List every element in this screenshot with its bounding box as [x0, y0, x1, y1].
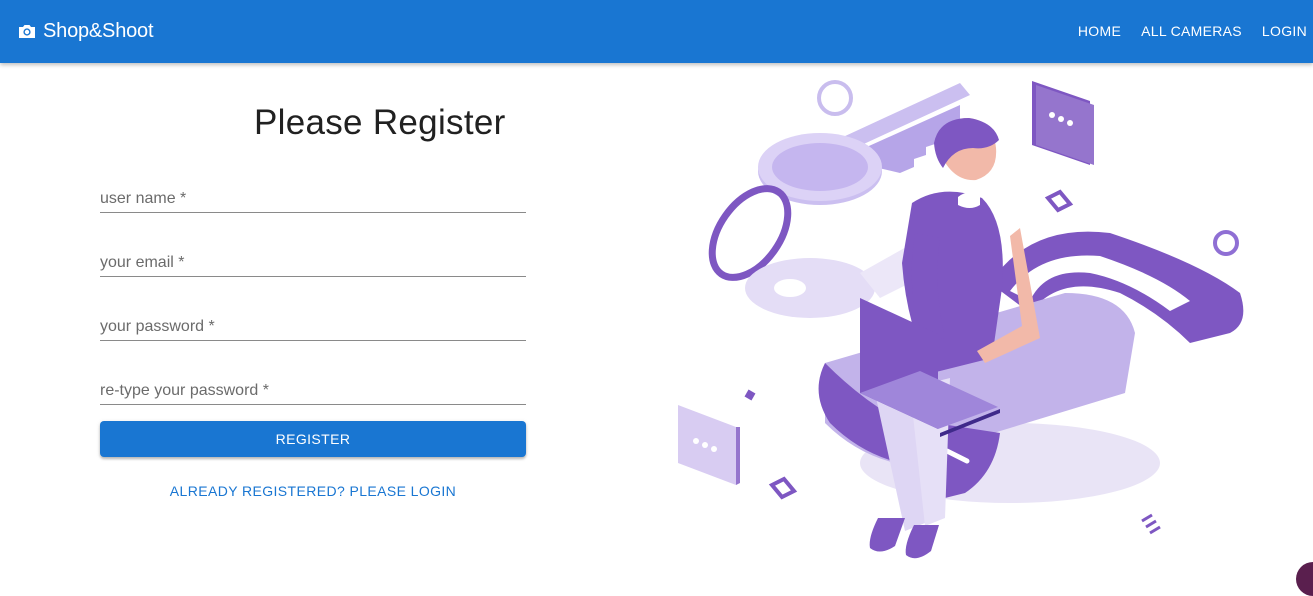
nav-all-cameras[interactable]: ALL CAMERAS [1141, 21, 1242, 41]
camera-icon [17, 21, 37, 41]
page-title: Please Register [254, 103, 506, 142]
login-link[interactable]: ALREADY REGISTERED? PLEASE LOGIN [100, 483, 526, 499]
username-field [100, 173, 526, 213]
password-input[interactable] [100, 301, 526, 340]
nav-home[interactable]: HOME [1078, 21, 1121, 41]
brand-title: Shop&Shoot [43, 20, 154, 42]
app-bar: Shop&Shoot HOME ALL CAMERAS LOGIN [0, 0, 1313, 63]
brand-home-link[interactable]: Shop&Shoot [17, 18, 154, 44]
email-field [100, 237, 526, 277]
top-nav: HOME ALL CAMERAS LOGIN [1078, 21, 1307, 41]
register-illustration [660, 63, 1313, 578]
register-button[interactable]: REGISTER [100, 421, 526, 457]
confirm-password-field [100, 365, 526, 405]
email-input[interactable] [100, 237, 526, 276]
password-field [100, 301, 526, 341]
confirm-password-input[interactable] [100, 365, 526, 404]
username-input[interactable] [100, 173, 526, 212]
nav-login[interactable]: LOGIN [1262, 21, 1307, 41]
